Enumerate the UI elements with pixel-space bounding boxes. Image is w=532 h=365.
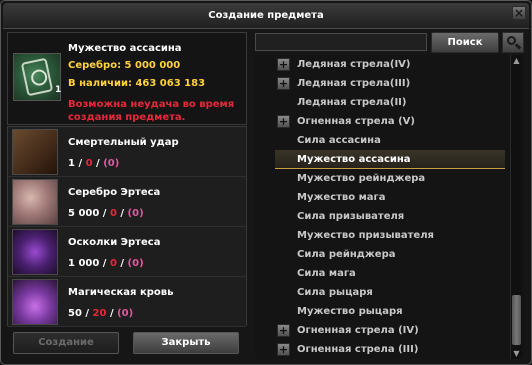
material-name: Магическая кровь — [68, 287, 174, 298]
item-count: 1 — [55, 85, 62, 95]
list-item[interactable]: + Огненная стрела (IV) — [275, 321, 505, 340]
material-quantity: 1 000 / 0 / (0) — [68, 258, 144, 269]
book-icon[interactable] — [12, 129, 58, 175]
list-item[interactable]: Сила рыцаря — [275, 283, 505, 302]
expand-icon[interactable]: + — [277, 343, 290, 356]
material-name: Смертельный удар — [68, 137, 179, 148]
material-name: Осколки Эртеса — [68, 237, 161, 248]
scroll-thumb[interactable] — [512, 295, 521, 345]
list-item[interactable]: Сила мага — [275, 264, 505, 283]
shards-icon[interactable] — [12, 229, 58, 275]
crafting-window: Создание предмета × 1 Мужество ассасина … — [0, 0, 532, 365]
create-button[interactable]: Создание — [13, 332, 119, 354]
expand-icon[interactable]: + — [277, 324, 290, 337]
list-item[interactable]: Ледяная стрела(II) — [275, 93, 505, 112]
failure-warning: Возможна неудача во время создания предм… — [68, 99, 235, 123]
material-quantity: 5 000 / 0 / (0) — [68, 208, 144, 219]
potion-icon[interactable] — [12, 279, 58, 325]
material-quantity: 50 / 20 / (0) — [68, 308, 134, 319]
expand-icon[interactable]: + — [277, 58, 290, 71]
list-item-selected[interactable]: Мужество ассасина — [275, 150, 505, 169]
material-row: Магическая кровь 50 / 20 / (0) — [8, 277, 246, 327]
window-title: Создание предмета — [3, 3, 529, 29]
close-icon[interactable]: × — [512, 6, 526, 20]
scroll-up-icon[interactable]: ▲ — [511, 55, 522, 66]
close-button[interactable]: Закрыть — [133, 332, 239, 354]
list-scrollbar[interactable]: ▲ ▼ — [510, 55, 522, 359]
item-book-icon[interactable] — [13, 53, 61, 101]
list-item[interactable]: Мужество призывателя — [275, 226, 505, 245]
list-item[interactable]: Мужество мага — [275, 188, 505, 207]
material-name: Серебро Эртеса — [68, 187, 161, 198]
list-item[interactable]: Мужество рейнджера — [275, 169, 505, 188]
list-item[interactable]: Сила рейнджера — [275, 245, 505, 264]
list-item[interactable]: Сила призывателя — [275, 207, 505, 226]
list-item[interactable]: Мужество рыцаря — [275, 302, 505, 321]
list-item[interactable]: + Ледяная стрела(III) — [275, 74, 505, 93]
list-item[interactable]: Сила ассасина — [275, 131, 505, 150]
item-header: 1 Мужество ассасина Серебро: 5 000 000 В… — [7, 32, 247, 125]
search-input[interactable] — [255, 33, 427, 51]
list-item[interactable]: + Ледяная стрела(IV) — [275, 55, 505, 74]
item-name: Мужество ассасина — [68, 43, 182, 54]
coins-icon[interactable] — [12, 179, 58, 225]
material-row: Осколки Эртеса 1 000 / 0 / (0) — [8, 227, 246, 277]
materials-list: Смертельный удар 1 / 0 / (0) Серебро Эрт… — [7, 126, 247, 327]
search-button[interactable]: Поиск — [431, 32, 499, 53]
scroll-down-icon[interactable]: ▼ — [511, 348, 522, 359]
item-silver-cost: Серебро: 5 000 000 — [68, 60, 181, 71]
search-icon[interactable] — [502, 32, 524, 53]
expand-icon[interactable]: + — [277, 77, 290, 90]
expand-icon[interactable]: + — [277, 115, 290, 128]
material-row: Смертельный удар 1 / 0 / (0) — [8, 127, 246, 177]
list-item[interactable]: + Огненная стрела (V) — [275, 112, 505, 131]
item-silver-have: В наличии: 463 063 183 — [68, 78, 206, 89]
list-item[interactable]: + Огненная стрела (III) — [275, 340, 505, 359]
material-row: Серебро Эртеса 5 000 / 0 / (0) — [8, 177, 246, 227]
material-quantity: 1 / 0 / (0) — [68, 158, 120, 169]
recipe-list: + Ледяная стрела(IV) + Ледяная стрела(II… — [255, 55, 525, 359]
